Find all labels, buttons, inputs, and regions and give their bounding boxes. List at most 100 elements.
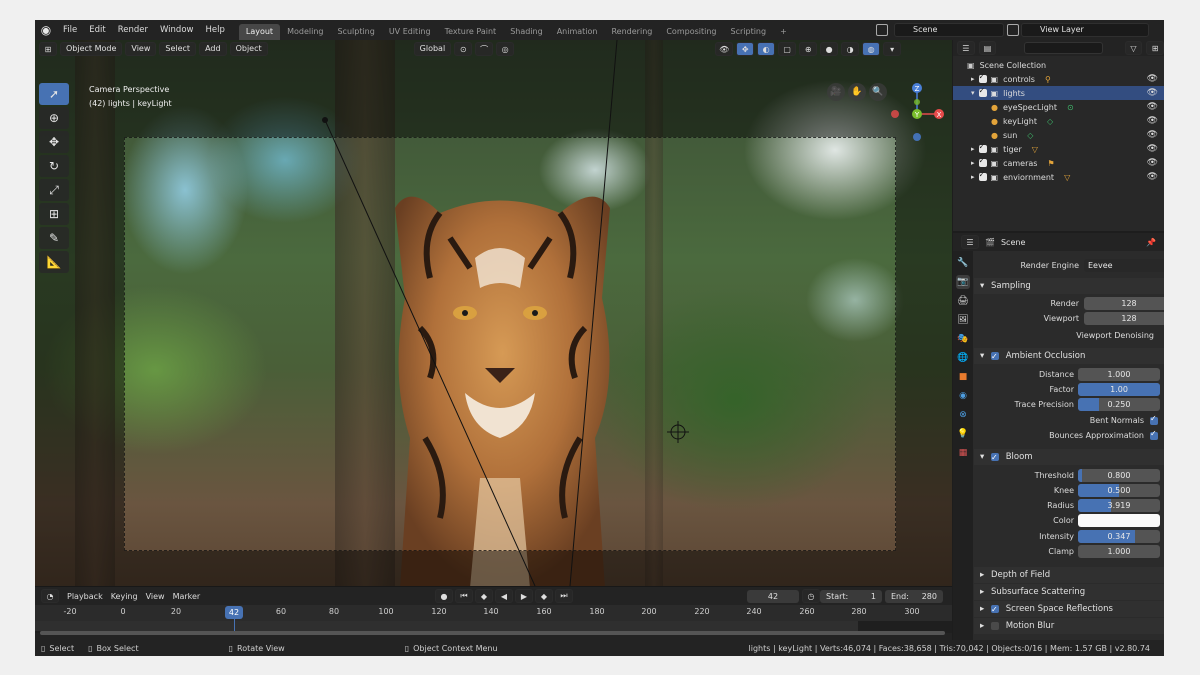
- expand-arrow-icon[interactable]: ▾: [971, 89, 975, 97]
- eye-icon[interactable]: 👁: [1147, 144, 1158, 154]
- menu-object[interactable]: Object: [229, 42, 268, 56]
- outliner-item-keylight[interactable]: ● keyLight ◇ 👁: [953, 114, 1164, 128]
- tab-texture-paint[interactable]: Texture Paint: [438, 24, 504, 40]
- eye-icon[interactable]: 👁: [1147, 102, 1158, 112]
- exclude-checkbox[interactable]: [978, 156, 987, 167]
- render-samples-field[interactable]: 128: [1084, 297, 1164, 310]
- pivot-icon[interactable]: ⊙: [454, 42, 473, 56]
- camera-view-icon[interactable]: 🎥: [827, 83, 845, 101]
- menu-keying[interactable]: Keying: [111, 592, 138, 601]
- outliner-item-sun[interactable]: ● sun ◇ 👁: [953, 128, 1164, 142]
- visibility-icon[interactable]: 👁: [715, 42, 734, 56]
- editor-type-icon[interactable]: ⊞: [39, 42, 57, 56]
- play-icon[interactable]: ▶: [515, 589, 533, 603]
- cursor-tool-icon[interactable]: ⊕: [39, 107, 69, 129]
- eye-icon[interactable]: 👁: [1147, 88, 1158, 98]
- xray-icon[interactable]: ▢: [778, 42, 797, 56]
- output-tab-icon[interactable]: 🖨: [956, 294, 970, 308]
- tab-scripting[interactable]: Scripting: [724, 24, 774, 40]
- object-tab-icon[interactable]: ■: [956, 370, 970, 384]
- motion-blur-checkbox[interactable]: [990, 621, 999, 630]
- bounces-checkbox[interactable]: [1150, 429, 1158, 440]
- solid-shading-icon[interactable]: ●: [820, 42, 839, 56]
- outliner-search-input[interactable]: [1024, 42, 1103, 54]
- menu-help[interactable]: Help: [199, 20, 230, 40]
- depth-of-field-panel-header[interactable]: ▸ Depth of Field: [974, 567, 1164, 583]
- clock-icon[interactable]: ◷: [802, 589, 820, 603]
- ao-distance-field[interactable]: 1.000: [1078, 368, 1160, 381]
- transform-tool-icon[interactable]: ⊞: [39, 203, 69, 225]
- exclude-checkbox[interactable]: [978, 86, 987, 97]
- viewport-samples-field[interactable]: 128: [1084, 312, 1164, 325]
- new-collection-icon[interactable]: ⊞: [1146, 41, 1164, 55]
- jump-end-icon[interactable]: ⏭: [555, 589, 573, 603]
- pin-icon[interactable]: 📌: [1146, 238, 1156, 247]
- start-frame-field[interactable]: Start: 1: [820, 590, 882, 603]
- menu-window[interactable]: Window: [154, 20, 200, 40]
- outliner-item-cameras[interactable]: ▸ ▣ cameras ⚑ 👁: [953, 156, 1164, 170]
- menu-view[interactable]: View: [125, 42, 157, 56]
- view-layer-field[interactable]: View Layer: [1021, 23, 1149, 37]
- add-workspace-button[interactable]: +: [773, 24, 794, 40]
- bloom-radius-slider[interactable]: 3.919: [1078, 499, 1160, 512]
- jump-start-icon[interactable]: ⏮: [455, 589, 473, 603]
- bloom-knee-slider[interactable]: 0.500: [1078, 484, 1160, 497]
- tool-tab-icon[interactable]: 🔧: [956, 256, 970, 270]
- overlay-toggle-icon[interactable]: ◐: [757, 42, 776, 56]
- tab-layout[interactable]: Layout: [238, 24, 281, 40]
- sampling-panel-header[interactable]: ▾ Sampling: [974, 278, 1164, 294]
- ambient-occlusion-panel-header[interactable]: ▾ Ambient Occlusion: [974, 348, 1164, 365]
- play-reverse-icon[interactable]: ◀: [495, 589, 513, 603]
- current-frame-field[interactable]: 42: [747, 590, 799, 603]
- navigation-gizmo[interactable]: Z X Y: [885, 82, 950, 152]
- prev-keyframe-icon[interactable]: ◆: [475, 589, 493, 603]
- render-engine-dropdown[interactable]: Eevee: [1084, 259, 1164, 272]
- exclude-checkbox[interactable]: [978, 142, 987, 153]
- render-tab-icon[interactable]: 📷: [956, 275, 970, 289]
- eye-icon[interactable]: 👁: [1147, 74, 1158, 84]
- ssr-checkbox[interactable]: [990, 602, 999, 618]
- gizmo-neg-y[interactable]: [914, 99, 920, 105]
- shading-options-icon[interactable]: ▾: [883, 42, 902, 56]
- record-icon[interactable]: ●: [435, 589, 453, 603]
- menu-render[interactable]: Render: [112, 20, 154, 40]
- menu-marker[interactable]: Marker: [173, 592, 201, 601]
- menu-add[interactable]: Add: [199, 42, 227, 56]
- menu-select[interactable]: Select: [159, 42, 197, 56]
- bloom-panel-header[interactable]: ▾ Bloom: [974, 449, 1164, 466]
- eye-icon[interactable]: 👁: [1147, 158, 1158, 168]
- texture-tab-icon[interactable]: ▦: [956, 446, 970, 460]
- next-keyframe-icon[interactable]: ◆: [535, 589, 553, 603]
- display-mode-icon[interactable]: ▤: [978, 41, 997, 55]
- bloom-color-swatch[interactable]: [1078, 514, 1160, 527]
- bloom-checkbox[interactable]: [990, 450, 999, 466]
- motion-blur-panel-header[interactable]: ▸ Motion Blur: [974, 618, 1164, 634]
- ambient-occlusion-checkbox[interactable]: [990, 349, 999, 365]
- world-tab-icon[interactable]: 🌐: [956, 351, 970, 365]
- blender-logo-icon[interactable]: ◉: [35, 20, 57, 40]
- bloom-threshold-field[interactable]: 0.800: [1078, 469, 1160, 482]
- rendered-shading-icon[interactable]: ◍: [862, 42, 881, 56]
- gizmo-neg-x[interactable]: [891, 110, 899, 118]
- measure-tool-icon[interactable]: 📐: [39, 251, 69, 273]
- ao-trace-slider[interactable]: 0.250: [1078, 398, 1160, 411]
- mode-selector[interactable]: Object Mode: [60, 42, 123, 56]
- timeline-scrollbar[interactable]: [40, 631, 945, 635]
- gizmo-neg-z[interactable]: [913, 133, 921, 141]
- bent-normals-checkbox[interactable]: [1150, 414, 1158, 425]
- proportional-edit-icon[interactable]: ◎: [496, 42, 515, 56]
- menu-playback[interactable]: Playback: [67, 592, 103, 601]
- annotate-tool-icon[interactable]: ✎: [39, 227, 69, 249]
- timeline-editor-icon[interactable]: ◔: [41, 589, 59, 603]
- outliner-item-enviornment[interactable]: ▸ ▣ enviornment ▽ 👁: [953, 170, 1164, 184]
- scene-tab-icon[interactable]: 🎭: [956, 332, 970, 346]
- scale-tool-icon[interactable]: ⤢: [39, 179, 69, 201]
- expand-arrow-icon[interactable]: ▸: [971, 159, 975, 167]
- menu-edit[interactable]: Edit: [83, 20, 111, 40]
- ao-factor-slider[interactable]: 1.00: [1078, 383, 1160, 396]
- end-frame-field[interactable]: End: 280: [885, 590, 943, 603]
- transform-orientation[interactable]: Global: [413, 42, 452, 56]
- 3d-viewport[interactable]: ⊞ Object Mode View Select Add Object Glo…: [35, 40, 952, 586]
- bloom-intensity-slider[interactable]: 0.347: [1078, 530, 1160, 543]
- scene-selector-icon[interactable]: [876, 24, 888, 36]
